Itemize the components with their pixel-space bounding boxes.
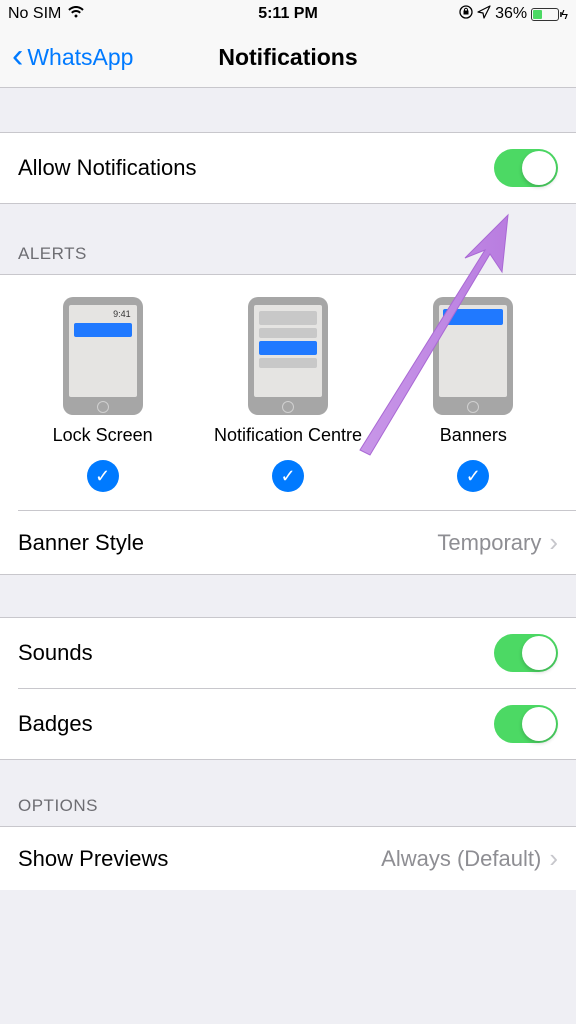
banner-style-value: Temporary ›: [437, 527, 558, 558]
status-bar: No SIM 5:11 PM 36% ϟ: [0, 0, 576, 28]
nav-title: Notifications: [218, 44, 357, 71]
status-left: No SIM: [8, 5, 85, 23]
rotation-lock-icon: [459, 5, 473, 24]
chevron-left-icon: ‹: [12, 39, 23, 73]
charging-icon: ϟ: [561, 7, 568, 22]
status-right: 36% ϟ: [459, 5, 568, 24]
alert-option-lock-screen[interactable]: 9:41 Lock Screen ✓: [10, 297, 195, 492]
sounds-label: Sounds: [18, 640, 93, 666]
chevron-right-icon: ›: [549, 527, 558, 558]
checkmark-icon: ✓: [272, 460, 304, 492]
phone-mock-icon: 9:41: [63, 297, 143, 415]
battery-icon: [531, 8, 559, 21]
options-header: OPTIONS: [0, 760, 576, 826]
banner-style-label: Banner Style: [18, 530, 144, 556]
allow-notifications-row: Allow Notifications: [0, 133, 576, 203]
alert-label: Notification Centre: [214, 425, 362, 446]
show-previews-label: Show Previews: [18, 846, 168, 872]
allow-notifications-section: Allow Notifications: [0, 132, 576, 204]
allow-notifications-toggle[interactable]: [494, 149, 558, 187]
back-label: WhatsApp: [27, 44, 133, 71]
badges-toggle[interactable]: [494, 705, 558, 743]
options-section: Show Previews Always (Default) ›: [0, 826, 576, 890]
alert-label: Banners: [440, 425, 507, 446]
badges-row: Badges: [0, 689, 576, 759]
allow-notifications-label: Allow Notifications: [18, 155, 197, 181]
show-previews-value: Always (Default) ›: [381, 843, 558, 874]
alerts-section: 9:41 Lock Screen ✓ Notification Centre ✓: [0, 274, 576, 575]
alerts-container: 9:41 Lock Screen ✓ Notification Centre ✓: [0, 275, 576, 510]
phone-mock-icon: [248, 297, 328, 415]
chevron-right-icon: ›: [549, 843, 558, 874]
location-icon: [477, 5, 491, 24]
badges-label: Badges: [18, 711, 93, 737]
sounds-row: Sounds: [0, 618, 576, 688]
show-previews-row[interactable]: Show Previews Always (Default) ›: [0, 827, 576, 890]
alerts-header: ALERTS: [0, 204, 576, 274]
sounds-toggle[interactable]: [494, 634, 558, 672]
phone-mock-icon: [433, 297, 513, 415]
status-time: 5:11 PM: [258, 5, 318, 23]
sounds-badges-section: Sounds Badges: [0, 617, 576, 760]
banner-style-row[interactable]: Banner Style Temporary ›: [0, 511, 576, 574]
checkmark-icon: ✓: [457, 460, 489, 492]
carrier-text: No SIM: [8, 5, 61, 23]
wifi-icon: [67, 5, 85, 23]
back-button[interactable]: ‹ WhatsApp: [12, 43, 133, 73]
nav-bar: ‹ WhatsApp Notifications: [0, 28, 576, 88]
battery-percent: 36%: [495, 5, 527, 23]
alert-option-notification-centre[interactable]: Notification Centre ✓: [195, 297, 380, 492]
checkmark-icon: ✓: [87, 460, 119, 492]
alert-label: Lock Screen: [53, 425, 153, 446]
alert-option-banners[interactable]: Banners ✓: [381, 297, 566, 492]
